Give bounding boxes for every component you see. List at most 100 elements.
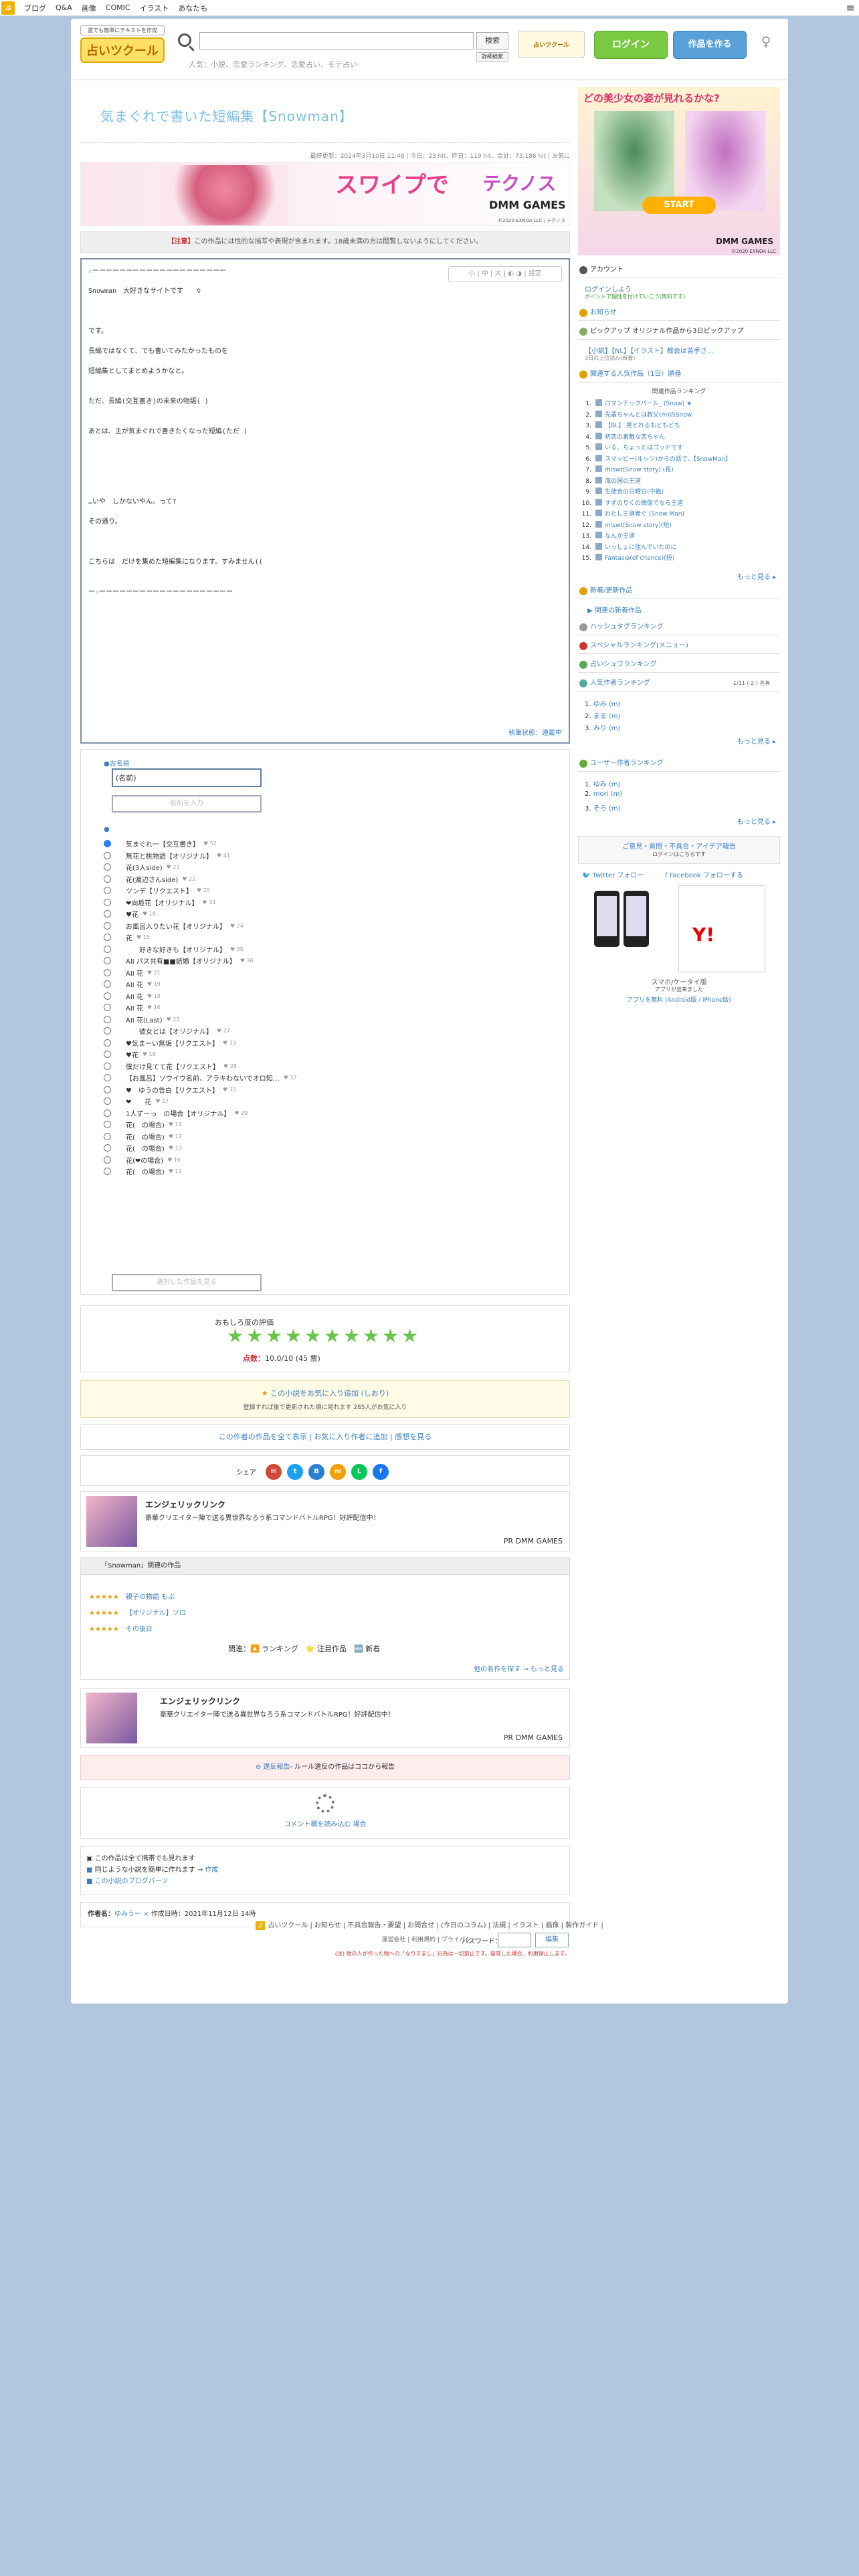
chapter-option[interactable]: AII パス共有■■結婚【オリジナル】 ♥ 36 <box>104 955 385 967</box>
related-item[interactable]: ★★★★★ その後日 <box>89 1623 153 1633</box>
menu-icon[interactable]: ≡ <box>846 1 855 14</box>
app-link[interactable]: アプリを無料 (Android版 / iPhone版) <box>578 995 780 1004</box>
mail-icon[interactable]: ✉ <box>266 1464 282 1480</box>
ranking-item[interactable]: 4. 初恋の素敵な恋ちゃん <box>581 432 775 443</box>
footer-links[interactable]: ぷ占いツクール | お知らせ | 不具合報告・要望 | お問合せ | (今日のコ… <box>71 1919 788 1930</box>
radio-button[interactable] <box>104 1027 111 1035</box>
topbar-link-qa[interactable]: Q&A <box>56 3 72 12</box>
ranking-item[interactable]: 6. スマッピー(ルッツ)からの話で、【SnowMan】 <box>581 454 775 465</box>
uranai-heading[interactable]: 占いシュワランキング <box>578 657 780 673</box>
footer-legal[interactable]: 運営会社 | 利用規約 | プライバシー <box>71 1935 788 1943</box>
radio-button[interactable] <box>104 992 111 1000</box>
rating-star-icon[interactable]: ★ <box>343 1327 361 1346</box>
chapter-option[interactable]: 無花と桃物語【オリジナル】 ♥ 41 <box>104 850 385 862</box>
radio-button[interactable] <box>104 934 111 942</box>
chapter-option[interactable]: 1人ずーっ の場合【オリジナル】 ♥ 29 <box>104 1107 385 1119</box>
chapter-option[interactable]: ♥ ゆうの告白【リクエスト】 ♥ 35 <box>104 1084 385 1096</box>
radio-button[interactable] <box>104 898 111 906</box>
ranking-item[interactable]: 5. いる、ちょっとはゴッドです <box>581 443 775 454</box>
chapter-option[interactable]: AII 花(Last) ♥ 27 <box>104 1014 385 1026</box>
advanced-search-button[interactable]: 詳細検索 <box>476 52 508 62</box>
line-icon[interactable]: L <box>351 1464 367 1480</box>
radio-button[interactable] <box>104 980 111 988</box>
radio-button[interactable] <box>104 851 111 859</box>
news-heading[interactable]: お知らせ <box>578 305 780 321</box>
topbar-link-illust[interactable]: イラスト <box>140 3 169 13</box>
rating-star-icon[interactable]: ★ <box>382 1327 399 1346</box>
login-button[interactable]: ログイン <box>594 31 668 59</box>
radio-button[interactable] <box>104 887 111 895</box>
chapter-option[interactable]: ♥花 ♥ 18 <box>104 908 385 920</box>
ranking-item[interactable]: 15. Fantasia(of chance)(短) <box>581 553 775 564</box>
ranking-item[interactable]: 7. miswt(Snow story) (長) <box>581 465 775 476</box>
report-link[interactable]: 違反報告 <box>263 1763 290 1771</box>
name-submit-button[interactable]: 名前を入力 <box>112 795 262 813</box>
ranking-item[interactable]: 9. 生徒会の日曜日(中篇) <box>581 487 775 498</box>
twitter-follow[interactable]: 🐦 Twitter フォロー <box>582 869 644 879</box>
chapter-option[interactable]: AII 花 ♥ 18 <box>104 990 385 1002</box>
chapter-option[interactable]: ♥花 ♥ 18 <box>104 1049 385 1061</box>
author-actions[interactable]: この作者の作品を全て表示 | お気に入り作者に追加 | 感想を見る <box>80 1424 570 1450</box>
radio-button[interactable] <box>104 863 111 871</box>
popular-author-3[interactable]: 3. みり (m) <box>585 722 620 732</box>
chapter-option[interactable]: 僕だけ見てて花【リクエスト】 ♥ 28 <box>104 1061 385 1073</box>
login-link[interactable]: ログインしよう <box>585 284 632 294</box>
new-heading[interactable]: 新着/更新作品 <box>578 583 780 599</box>
radio-button[interactable] <box>104 910 111 918</box>
ad-banner[interactable]: スワイプで テクノス DMM GAMES ©2020 EXNOA LLC / テ… <box>80 162 570 226</box>
create-work-button[interactable]: 作品を作る <box>673 31 747 59</box>
twitter-icon[interactable]: t <box>287 1464 303 1480</box>
popular-more[interactable]: もっと見る ▸ <box>737 736 776 746</box>
rating-star-icon[interactable]: ★ <box>304 1327 322 1346</box>
radio-button[interactable] <box>104 1121 111 1129</box>
radio-button[interactable] <box>104 875 111 883</box>
rating-star-icon[interactable]: ★ <box>324 1327 341 1346</box>
chapter-option[interactable]: ツンデ【リクエスト】 ♥ 25 <box>104 885 385 897</box>
game-ad[interactable]: エンジェリックリンク 豪華クリエイター陣で送る異世界なろう系コマンドバトルRPG… <box>80 1491 570 1551</box>
ranking-heading[interactable]: 関連する人気作品（1日）順番 <box>578 366 780 383</box>
topbar-link-comic[interactable]: COMIC <box>106 3 130 12</box>
chapter-option[interactable]: AII 花 ♥ 19 <box>104 978 385 990</box>
radio-button[interactable] <box>104 1109 111 1117</box>
chapter-option[interactable]: 花( の場合) ♥ 13 <box>104 1142 385 1154</box>
feedback-box[interactable]: ご意見・質問・不具合・アイデア報告 ログインはこちらです <box>578 836 780 864</box>
name-input[interactable]: (名前) <box>112 768 262 787</box>
hatena-icon[interactable]: B <box>308 1464 324 1480</box>
ranking-item[interactable]: 3. 【BL】 見とれるもどもどち <box>581 421 775 432</box>
radio-button[interactable] <box>104 1062 111 1070</box>
mini-banner[interactable]: 占いツクール <box>518 31 585 58</box>
rating-star-icon[interactable]: ★ <box>363 1327 380 1346</box>
sidebar-ad[interactable]: どの美少女の姿が見れるかな? START DMM GAMES ©2020 EXN… <box>578 87 780 255</box>
blog-parts-link[interactable]: ■ この小説のブログパーツ <box>86 1876 564 1887</box>
rating-star-icon[interactable]: ★ <box>246 1327 264 1346</box>
search-input[interactable] <box>199 32 474 49</box>
chapter-option[interactable]: 花( の場合) ♥ 12 <box>104 1131 385 1143</box>
topbar-link-image[interactable]: 画像 <box>82 3 96 13</box>
search-button[interactable]: 検索 <box>476 32 508 49</box>
topbar-link-anata[interactable]: あなたも <box>178 3 207 13</box>
user-author-heading[interactable]: ユーザー作者ランキング <box>578 756 780 772</box>
chapter-option[interactable]: 花(渡辺さんside) ♥ 22 <box>104 873 385 885</box>
comment-load-link[interactable]: コメント欄を読み込む 場合 <box>81 1818 569 1828</box>
radio-button[interactable] <box>104 1097 111 1105</box>
radio-button[interactable] <box>104 840 111 848</box>
chapter-option[interactable]: 彼女とは【オリジナル】 ♥ 27 <box>104 1025 385 1037</box>
ranking-item[interactable]: 12. miswt(Snow story)(短) <box>581 520 775 532</box>
chapter-option[interactable]: 花( の場合) ♥ 14 <box>104 1119 385 1131</box>
facebook-icon[interactable]: f <box>373 1464 389 1480</box>
hashtag-heading[interactable]: ハッシュタグランキング <box>578 619 780 635</box>
radio-button[interactable] <box>104 1132 111 1140</box>
user-author-1[interactable]: 1. ゆみ (m) <box>585 778 620 788</box>
ranking-item[interactable]: 8. 海の国の王道 <box>581 476 775 488</box>
pickup-link[interactable]: 【小説】【NL】【イラスト】都会は苦手さ... <box>585 345 713 355</box>
report-bar[interactable]: ⊖ 違反報告- ルール違反の作品はココから報告 <box>80 1755 570 1780</box>
radio-button[interactable] <box>104 1015 111 1023</box>
favorite-box[interactable]: ★ この小説をお気に入り追加 (しおり) 登録すれば後で更新された順に見れます … <box>80 1380 570 1418</box>
chapter-option[interactable]: お風呂入りたい花【オリジナル】 ♥ 24 <box>104 920 385 932</box>
chapter-option[interactable]: ❤ 花 ♥ 17 <box>104 1095 385 1107</box>
chapter-option[interactable]: ♥気まーい無垢【リクエスト】 ♥ 33 <box>104 1037 385 1049</box>
chapter-option[interactable]: AII 花 ♥ 21 <box>104 967 385 979</box>
user-more[interactable]: もっと見る ▸ <box>737 816 776 826</box>
ranking-item[interactable]: 1. ロマンチックパール_ (Snow) ★ <box>581 399 775 410</box>
rating-stars[interactable]: ★ ★ ★ ★ ★ ★ ★ ★ ★ ★ <box>227 1327 421 1346</box>
